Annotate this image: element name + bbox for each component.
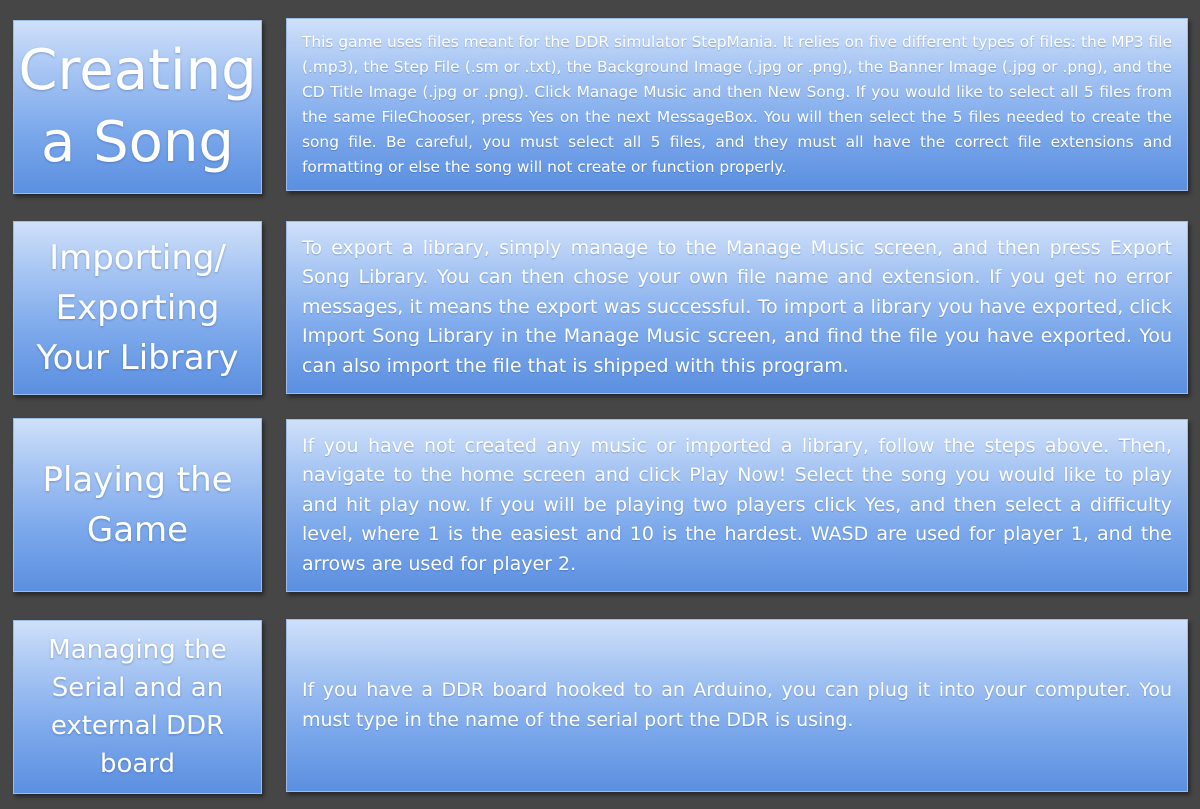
section-description: This game uses files meant for the DDR s… <box>302 32 1172 176</box>
section-title-box: Playing the Game <box>13 418 262 592</box>
section-title-box: Creating a Song <box>13 20 262 194</box>
section-description-box: This game uses files meant for the DDR s… <box>286 18 1188 191</box>
section-description-box: If you have not created any music or imp… <box>286 419 1188 592</box>
section-description: If you have a DDR board hooked to an Ard… <box>302 679 1172 731</box>
section-title: Importing/ Exporting Your Library <box>36 238 239 378</box>
section-title-box: Importing/ Exporting Your Library <box>13 221 262 395</box>
section-title-box: Managing the Serial and an external DDR … <box>13 620 262 794</box>
section-title: Playing the Game <box>42 460 233 550</box>
section-description: To export a library, simply manage to th… <box>302 236 1172 377</box>
section-description: If you have not created any music or imp… <box>302 434 1172 575</box>
section-description-box: To export a library, simply manage to th… <box>286 221 1188 394</box>
section-title: Creating a Song <box>18 38 257 175</box>
section-title: Managing the Serial and an external DDR … <box>48 635 227 779</box>
section-description-box: If you have a DDR board hooked to an Ard… <box>286 619 1188 792</box>
